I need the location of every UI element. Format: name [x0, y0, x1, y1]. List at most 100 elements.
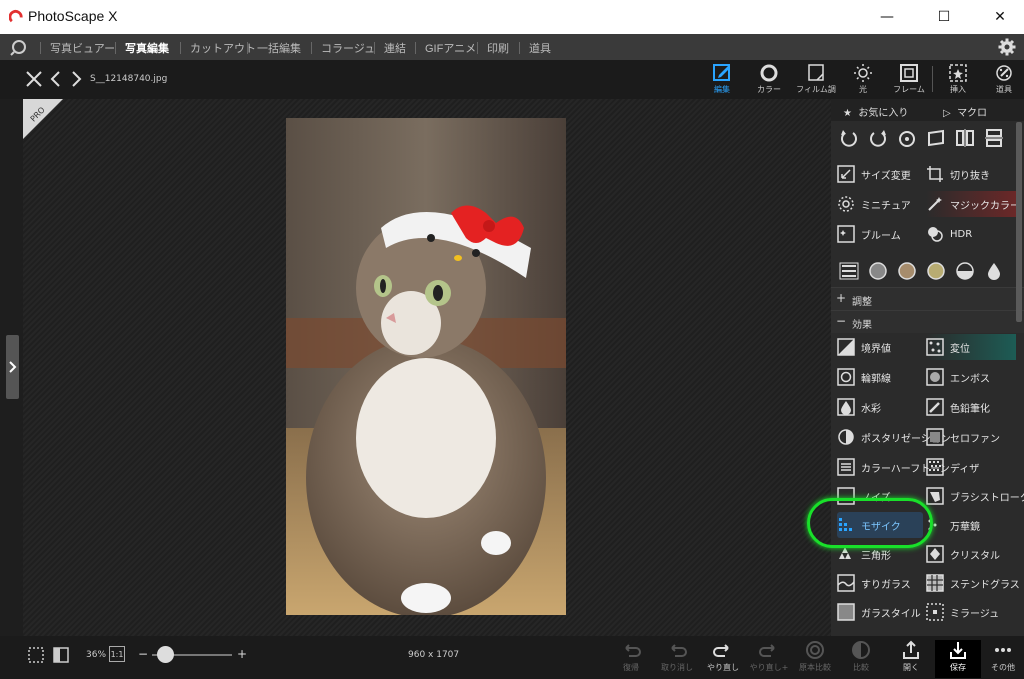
effect-stained-glass[interactable]: ステンドグラス — [926, 570, 1020, 596]
tool-insert[interactable]: 挿入 — [935, 63, 981, 99]
zoom-out-button[interactable]: − — [138, 647, 148, 661]
compare-original-button[interactable]: 原本比較 — [792, 640, 838, 678]
menu-item-print[interactable]: 印刷 — [487, 40, 509, 56]
effect-posterization[interactable]: ポスタリゼーション — [837, 424, 951, 450]
tool-tools[interactable]: 道具 — [981, 63, 1024, 99]
rotate-free-icon[interactable] — [897, 128, 917, 148]
effect-cellophane[interactable]: セロファン — [926, 424, 1016, 450]
fit-view-icon[interactable] — [52, 646, 70, 664]
redo-plus-button[interactable]: やり直し+ — [746, 640, 792, 678]
crop-button[interactable]: 切り抜き — [926, 161, 1016, 187]
menu-separator — [180, 42, 181, 54]
menu-separator — [311, 42, 312, 54]
tab-favorites[interactable]: ★ お気に入り — [843, 104, 908, 119]
menu-item-combine[interactable]: 連結 — [384, 40, 406, 56]
menu-item-viewer[interactable]: 写真ビュアー — [50, 40, 115, 56]
zoom-level[interactable]: 36% — [86, 650, 106, 660]
menu-item-editor[interactable]: 写真編集 — [125, 40, 169, 56]
tool-film[interactable]: フィルム調 — [793, 63, 839, 99]
gear-icon[interactable] — [998, 38, 1016, 56]
effect-threshold[interactable]: 境界値 — [837, 334, 923, 360]
effect-crystal[interactable]: クリスタル — [926, 541, 1016, 567]
menu-item-gif[interactable]: GIFアニメ — [425, 40, 476, 56]
effect-displacement[interactable]: 変位 — [926, 334, 1016, 360]
rotate-left-icon[interactable] — [839, 128, 859, 148]
vignette-yellow-icon[interactable] — [926, 261, 946, 281]
tool-frame[interactable]: フレーム — [886, 63, 932, 99]
save-button[interactable]: 保存 — [935, 640, 981, 678]
bloom-button[interactable]: ブルーム — [837, 221, 923, 247]
menu-separator — [415, 42, 416, 54]
sidebar-expand-handle[interactable] — [6, 335, 19, 399]
tab-macro[interactable]: ▷ マクロ — [943, 104, 987, 119]
effect-mirage[interactable]: ミラージュ — [926, 599, 1016, 625]
editor-toolbar: S__12148740.jpg 編集 カラー フィルム調 光 フレーム 挿入 道… — [0, 60, 1024, 99]
more-button[interactable]: その他 — [980, 640, 1024, 678]
effect-kaleidoscope[interactable]: 万華鏡 — [926, 512, 1016, 538]
redo-plus-icon — [759, 644, 775, 657]
actual-size-button[interactable]: 1:1 — [109, 646, 125, 662]
tool-edit[interactable]: 編集 — [699, 63, 745, 99]
section-effects[interactable]: − 効果 — [831, 310, 1024, 333]
menu-item-tools[interactable]: 道具 — [529, 40, 551, 56]
close-button[interactable]: ✕ — [977, 0, 1023, 34]
panel-scrollbar[interactable] — [1016, 122, 1022, 322]
vignette-brown-icon[interactable] — [897, 261, 917, 281]
flip-vertical-icon[interactable] — [984, 128, 1004, 148]
maximize-button[interactable]: ☐ — [921, 0, 967, 34]
revert-button[interactable]: 復帰 — [608, 640, 654, 678]
action-label: その他 — [991, 663, 1015, 672]
zoom-in-button[interactable]: + — [237, 647, 247, 661]
image-dimensions: 960 x 1707 — [408, 650, 460, 660]
chevron-right-icon[interactable] — [67, 70, 85, 88]
menu-item-batch[interactable]: 一括編集 — [257, 40, 301, 56]
section-adjust[interactable]: + 調整 — [831, 287, 1024, 310]
droplet-icon[interactable] — [984, 261, 1004, 281]
minimize-button[interactable]: — — [864, 0, 910, 34]
download-icon — [950, 642, 966, 659]
effect-color-halftone[interactable]: カラーハーフトーン — [837, 454, 950, 480]
hdr-icon — [928, 227, 943, 242]
redo-button[interactable]: やり直し — [700, 640, 746, 678]
color-icon — [760, 64, 778, 82]
menu-item-collage[interactable]: コラージュ — [321, 40, 375, 56]
transform-icon-row — [831, 123, 1024, 153]
flip-horizontal-icon[interactable] — [955, 128, 975, 148]
search-icon[interactable] — [10, 38, 28, 56]
close-icon[interactable] — [25, 70, 43, 88]
tool-light[interactable]: 光 — [840, 63, 886, 99]
hdr-button[interactable]: HDR — [926, 221, 1016, 247]
select-region-icon[interactable] — [27, 646, 45, 664]
effect-colored-pencil[interactable]: 色鉛筆化 — [926, 394, 1016, 420]
tool-color[interactable]: カラー — [746, 63, 792, 99]
effect-dither[interactable]: ディザ — [926, 454, 1016, 480]
open-button[interactable]: 開く — [888, 640, 934, 678]
insert-icon — [949, 64, 967, 82]
action-label: やり直し — [707, 663, 739, 672]
pencil-icon — [926, 398, 944, 416]
compare-button[interactable]: 比較 — [838, 640, 884, 678]
effect-frosted-glass[interactable]: すりガラス — [837, 570, 923, 596]
action-label: 取り消し — [661, 663, 693, 672]
vignette-gray-icon[interactable] — [868, 261, 888, 281]
effect-emboss[interactable]: エンボス — [926, 364, 1016, 390]
effect-brush-stroke[interactable]: ブラシストローク — [926, 483, 1024, 509]
half-tone-icon[interactable] — [955, 261, 975, 281]
stained-glass-icon — [926, 574, 944, 592]
straighten-icon[interactable] — [926, 128, 946, 148]
undo-button[interactable]: 取り消し — [654, 640, 700, 678]
zoom-slider-knob[interactable] — [157, 646, 174, 663]
upload-icon — [903, 640, 919, 659]
magic-color-button[interactable]: マジックカラー — [926, 191, 1020, 217]
effect-glass-tile[interactable]: ガラスタイル — [837, 599, 923, 625]
effect-watercolor[interactable]: 水彩 — [837, 394, 923, 420]
cellophane-icon — [926, 428, 944, 446]
miniature-button[interactable]: ミニチュア — [837, 191, 923, 217]
chevron-left-icon[interactable] — [47, 70, 65, 88]
action-label: 復帰 — [623, 663, 639, 672]
resize-button[interactable]: サイズ変更 — [837, 161, 923, 187]
effect-outline[interactable]: 輪郭線 — [837, 364, 923, 390]
menu-list-icon[interactable] — [839, 261, 859, 281]
rotate-right-icon[interactable] — [868, 128, 888, 148]
chevron-right-icon — [9, 361, 17, 373]
